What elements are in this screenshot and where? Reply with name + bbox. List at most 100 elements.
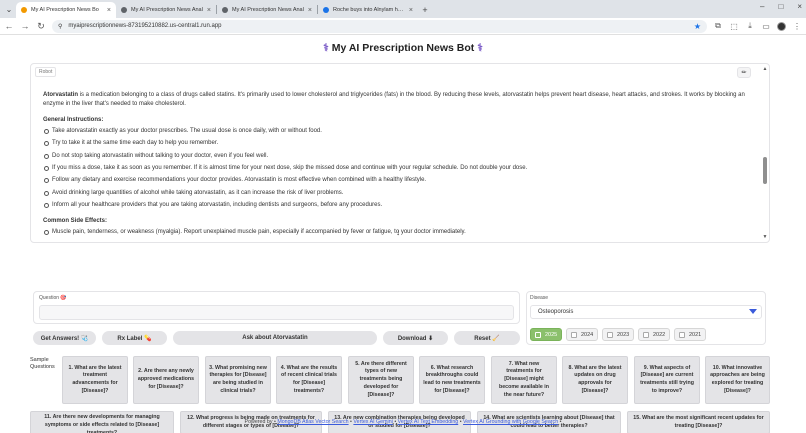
profile-avatar[interactable] bbox=[777, 21, 786, 31]
tab-search-icon[interactable]: ⌄ bbox=[2, 0, 16, 18]
general-heading: General Instructions: bbox=[43, 116, 104, 123]
tab-favicon-icon bbox=[21, 7, 27, 13]
list-item: If you miss a dose, take it as soon as y… bbox=[43, 164, 747, 173]
disease-select[interactable]: Osteoporosis bbox=[530, 305, 762, 319]
sample-question-2[interactable]: 2. Are there any newly approved medicati… bbox=[133, 356, 199, 404]
list-item: Muscle pain, tenderness, or weakness (my… bbox=[43, 228, 747, 237]
checkbox-icon[interactable] bbox=[571, 331, 577, 338]
answer-content: Atorvastatin is a medication belonging t… bbox=[43, 91, 747, 240]
site-info-icon[interactable]: ⚲ bbox=[58, 23, 62, 30]
sample-questions-label: Sample Questions bbox=[30, 357, 55, 371]
tab-favicon-icon bbox=[323, 7, 329, 13]
disease-value: Osteoporosis bbox=[538, 309, 574, 315]
tab-title: My AI Prescription News Anal bbox=[131, 7, 203, 13]
extensions-icon[interactable]: ⧉ bbox=[713, 21, 723, 31]
checkbox-icon[interactable] bbox=[643, 331, 649, 338]
list-item: Do not stop taking atorvastatin without … bbox=[43, 152, 747, 161]
tab-close-icon[interactable]: × bbox=[107, 7, 111, 14]
browser-tab-4[interactable]: Roche buys into Alnylam heart × bbox=[318, 2, 418, 18]
maximize-icon[interactable]: □ bbox=[778, 2, 783, 11]
browser-tab-3[interactable]: My AI Prescription News Anal × bbox=[217, 2, 317, 18]
disease-label: Disease bbox=[530, 295, 549, 301]
window-controls: – □ × bbox=[760, 2, 802, 11]
list-item: Inform all your healthcare providers tha… bbox=[43, 201, 747, 210]
general-list: Take atorvastatin exactly as your doctor… bbox=[43, 127, 747, 211]
puzzle-icon[interactable]: ⬚ bbox=[729, 22, 739, 31]
download-button[interactable]: Download ⬇ bbox=[383, 331, 448, 345]
intro-text: is a medication belonging to a class of … bbox=[43, 92, 745, 108]
browser-tab-1[interactable]: My AI Prescription News Bo × bbox=[16, 2, 116, 18]
question-input[interactable] bbox=[39, 305, 514, 320]
minimize-icon[interactable]: – bbox=[760, 2, 764, 11]
question-label: Question 🎯 bbox=[39, 295, 67, 301]
browser-toolbar: ← → ↻ ⚲ myaiprescriptionnews-87319521088… bbox=[0, 18, 806, 35]
tab-close-icon[interactable]: × bbox=[409, 7, 413, 14]
tab-close-icon[interactable]: × bbox=[308, 7, 312, 14]
footer-link-embedding[interactable]: Vertex AI Text Embedding bbox=[398, 419, 459, 425]
list-item: Follow any dietary and exercise recommen… bbox=[43, 176, 747, 185]
sample-question-1[interactable]: 1. What are the latest treatment advance… bbox=[62, 356, 128, 404]
new-tab-icon[interactable]: + bbox=[418, 2, 432, 18]
list-item: Take atorvastatin exactly as your doctor… bbox=[43, 127, 747, 136]
year-label: 2024 bbox=[581, 331, 594, 338]
list-item: Try to take it at the same time each day… bbox=[43, 139, 747, 148]
back-icon[interactable]: ← bbox=[4, 21, 14, 31]
download-icon[interactable]: ⤓ bbox=[745, 21, 755, 31]
footer-link-grounding[interactable]: Vertex AI Grounding with Google Search bbox=[463, 419, 558, 425]
address-bar[interactable]: ⚲ myaiprescriptionnews-873195210882.us-c… bbox=[52, 19, 707, 33]
sample-question-6[interactable]: 6. What research breakthroughs could lea… bbox=[419, 356, 485, 404]
get-answers-button[interactable]: Get Answers! 🩺 bbox=[33, 331, 96, 345]
stethoscope-icon: ⚕ bbox=[323, 42, 329, 54]
checkbox-icon[interactable] bbox=[535, 331, 541, 338]
sample-question-5[interactable]: 5. Are there different types of new trea… bbox=[348, 356, 414, 404]
checkbox-icon[interactable] bbox=[679, 331, 685, 338]
edit-pencil-icon[interactable]: ✏ bbox=[737, 67, 751, 78]
stethoscope-icon: ⚕ bbox=[477, 42, 483, 54]
year-checkbox-2021[interactable]: 2021 bbox=[674, 328, 706, 341]
bookmark-star-icon[interactable]: ★ bbox=[694, 22, 701, 31]
chat-scrollbar[interactable]: ▲ ▼ bbox=[761, 66, 769, 240]
sidepanel-icon[interactable]: ▭ bbox=[761, 22, 771, 31]
year-label: 2021 bbox=[689, 331, 702, 338]
sample-question-10[interactable]: 10. What innovative approaches are being… bbox=[705, 356, 770, 404]
rx-label-button[interactable]: Rx Label 💊 bbox=[102, 331, 167, 345]
year-checkboxes: 2025 2024 2023 2022 2021 bbox=[530, 328, 706, 341]
tab-title: My AI Prescription News Bo bbox=[31, 7, 99, 13]
forward-icon[interactable]: → bbox=[20, 21, 30, 31]
sample-question-8[interactable]: 8. What are the latest updates on drug a… bbox=[562, 356, 628, 404]
close-window-icon[interactable]: × bbox=[797, 2, 802, 11]
browser-tab-2[interactable]: My AI Prescription News Anal × bbox=[116, 2, 216, 18]
reset-button[interactable]: Reset 🧹 bbox=[454, 331, 520, 345]
checkbox-icon[interactable] bbox=[607, 331, 613, 338]
chevron-down-icon[interactable] bbox=[749, 309, 757, 314]
intro-paragraph: Atorvastatin is a medication belonging t… bbox=[43, 91, 747, 110]
year-checkbox-2025[interactable]: 2025 bbox=[530, 328, 562, 341]
sample-question-9[interactable]: 9. What aspects of [Disease] are current… bbox=[634, 356, 700, 404]
sample-question-7[interactable]: 7. What new treatments for [Disease] mig… bbox=[491, 356, 557, 404]
ask-about-button[interactable]: Ask about Atorvastatin bbox=[173, 331, 377, 345]
year-label: 2023 bbox=[617, 331, 630, 338]
tab-favicon-icon bbox=[121, 7, 127, 13]
menu-kebab-icon[interactable]: ⋮ bbox=[792, 22, 802, 31]
reload-icon[interactable]: ↻ bbox=[36, 21, 46, 32]
tab-close-icon[interactable]: × bbox=[207, 7, 211, 14]
browser-tabstrip: ⌄ My AI Prescription News Bo × My AI Pre… bbox=[0, 0, 806, 18]
scrollbar-thumb[interactable] bbox=[763, 157, 767, 184]
scroll-down-icon[interactable]: ▼ bbox=[761, 234, 769, 240]
year-label: 2022 bbox=[653, 331, 666, 338]
tab-title: Roche buys into Alnylam heart bbox=[333, 7, 406, 13]
footer-link-mongodb[interactable]: MongoDB Atlas Vector Search bbox=[277, 419, 348, 425]
tab-title: My AI Prescription News Anal bbox=[232, 7, 304, 13]
year-checkbox-2023[interactable]: 2023 bbox=[602, 328, 634, 341]
side-effects-list: Muscle pain, tenderness, or weakness (my… bbox=[43, 228, 747, 237]
scroll-down-arrow-icon[interactable]: ↓ bbox=[396, 228, 400, 237]
scroll-up-icon[interactable]: ▲ bbox=[761, 66, 769, 72]
disease-box: Disease Osteoporosis 2025 2024 2023 2022… bbox=[526, 291, 766, 345]
year-checkbox-2022[interactable]: 2022 bbox=[638, 328, 670, 341]
sample-question-4[interactable]: 4. What are the results of recent clinic… bbox=[276, 356, 342, 404]
year-checkbox-2024[interactable]: 2024 bbox=[566, 328, 598, 341]
tab-favicon-icon bbox=[222, 7, 228, 13]
sample-question-3[interactable]: 3. What promising new therapies for [Dis… bbox=[205, 356, 271, 404]
app-root: ⚕ My AI Prescription News Bot ⚕ Robot ✏ … bbox=[0, 35, 806, 433]
footer-link-gemini[interactable]: Vertex AI Gemini bbox=[353, 419, 392, 425]
